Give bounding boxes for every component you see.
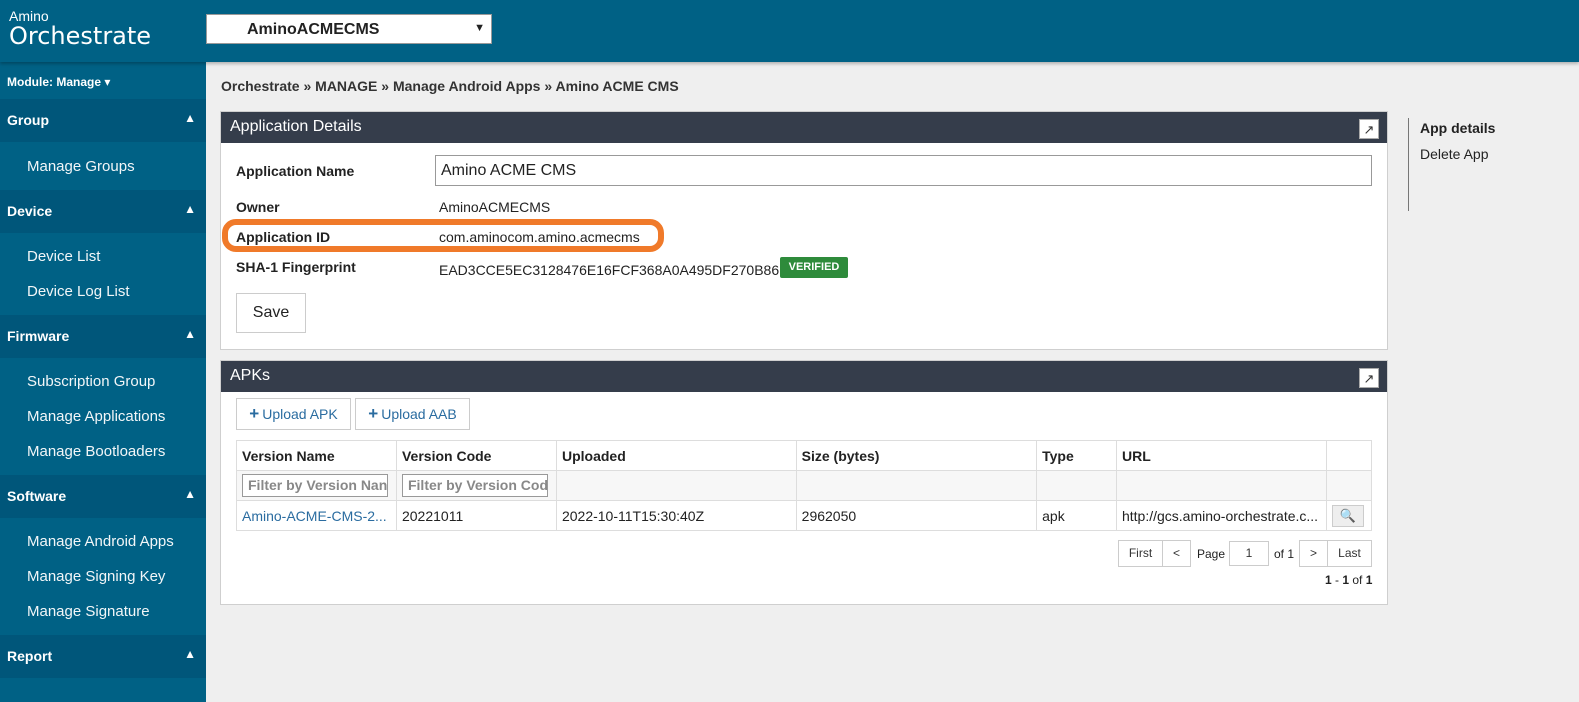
- sidebar-section-title: Device: [7, 203, 53, 219]
- tenant-select-value: AminoACMECMS: [247, 21, 380, 38]
- upload-aab-label: Upload AAB: [381, 406, 457, 422]
- logo-big-text: Orchestrate: [9, 22, 152, 50]
- pager-first-button[interactable]: First: [1118, 540, 1163, 567]
- url-cell: http://gcs.amino-orchestrate.c...: [1115, 500, 1327, 531]
- pager-next-button[interactable]: >: [1299, 540, 1328, 567]
- size-cell: 2962050: [795, 500, 1038, 531]
- filter-version-name-input[interactable]: Filter by Version Nan: [242, 474, 388, 497]
- right-nav-heading[interactable]: App details: [1420, 120, 1495, 136]
- sidebar-section-report[interactable]: Report ▲: [0, 635, 206, 678]
- table-row: Amino-ACME-CMS-2... 20221011 2022-10-11T…: [236, 500, 1373, 531]
- sidebar-item-manage-bootloaders[interactable]: Manage Bootloaders: [27, 443, 165, 460]
- sha1-fingerprint-label: SHA-1 Fingerprint: [236, 259, 356, 275]
- version-name-link[interactable]: Amino-ACME-CMS-2...: [236, 500, 397, 531]
- collapse-arrow-icon: ▲: [184, 327, 196, 341]
- uploaded-cell: 2022-10-11T15:30:40Z: [555, 500, 797, 531]
- sidebar-item-device-list[interactable]: Device List: [27, 248, 100, 265]
- app-logo[interactable]: Amino Orchestrate: [9, 9, 151, 49]
- filter-cell: Filter by Version Cod: [395, 470, 557, 501]
- logo-small-text: Amino: [9, 8, 49, 24]
- application-name-label: Application Name: [236, 163, 355, 179]
- plus-icon: +: [249, 404, 260, 423]
- column-header-size[interactable]: Size (bytes): [795, 440, 1038, 471]
- column-header-type[interactable]: Type: [1036, 440, 1117, 471]
- table-header-row: Version Name Version Code Uploaded Size …: [236, 440, 1373, 471]
- owner-value: AminoACMECMS: [439, 199, 551, 215]
- filter-cell: Filter by Version Nan: [236, 470, 397, 501]
- filter-cell: [795, 470, 1038, 501]
- range-sep: -: [1331, 573, 1343, 587]
- sidebar-section-title: Firmware: [7, 328, 70, 344]
- sidebar: Module: Manage ▾ Group ▲ Manage Groups D…: [0, 62, 206, 702]
- range-of: of: [1349, 573, 1366, 587]
- range-total: 1: [1365, 573, 1373, 587]
- module-selector[interactable]: Module: Manage ▾: [7, 75, 110, 89]
- sidebar-section-software[interactable]: Software ▲: [0, 475, 206, 518]
- plus-icon: +: [368, 404, 379, 423]
- sidebar-item-device-log-list[interactable]: Device Log List: [27, 283, 130, 300]
- sidebar-section-device[interactable]: Device ▲: [0, 190, 206, 233]
- sidebar-section-group[interactable]: Group ▲: [0, 99, 206, 142]
- upload-aab-button[interactable]: + Upload AAB: [355, 398, 470, 430]
- pager-page-label: Page: [1197, 547, 1226, 561]
- top-bar: Amino Orchestrate AminoACMECMS ▼: [0, 0, 1579, 62]
- application-id-label: Application ID: [236, 229, 331, 245]
- sidebar-item-manage-signature[interactable]: Manage Signature: [27, 603, 150, 620]
- panel-header: Application Details ↗: [221, 112, 1387, 143]
- upload-apk-button[interactable]: + Upload APK: [236, 398, 351, 430]
- filter-cell: [1325, 470, 1373, 501]
- collapse-arrow-icon: ▲: [184, 647, 196, 661]
- collapse-arrow-icon: ▲: [184, 111, 196, 125]
- filter-cell: [555, 470, 797, 501]
- filter-row: Filter by Version Nan Filter by Version …: [236, 470, 1373, 501]
- pager-range: 1 - 1 of 1: [1325, 573, 1372, 587]
- save-button[interactable]: Save: [236, 293, 306, 333]
- column-header-url[interactable]: URL: [1115, 440, 1327, 471]
- sidebar-item-subscription-group[interactable]: Subscription Group: [27, 373, 155, 390]
- actions-cell: 🔍: [1325, 500, 1373, 531]
- owner-label: Owner: [236, 199, 280, 215]
- chevron-down-icon: ▼: [474, 22, 485, 34]
- sidebar-item-manage-android-apps[interactable]: Manage Android Apps: [27, 533, 174, 550]
- zoom-icon[interactable]: 🔍: [1331, 504, 1364, 527]
- verified-badge: VERIFIED: [780, 257, 848, 278]
- sidebar-item-manage-signing-key[interactable]: Manage Signing Key: [27, 568, 165, 585]
- column-header-actions: [1325, 440, 1373, 471]
- panel-title: Application Details: [230, 118, 362, 135]
- pager-of-label: of 1: [1274, 547, 1295, 561]
- application-name-input[interactable]: Amino ACME CMS: [435, 155, 1372, 186]
- column-header-version-code[interactable]: Version Code: [395, 440, 557, 471]
- breadcrumb: Orchestrate » MANAGE » Manage Android Ap…: [221, 78, 679, 94]
- application-id-value: com.aminocom.amino.acmecms: [439, 229, 640, 245]
- sidebar-section-title: Software: [7, 488, 67, 504]
- type-cell: apk: [1036, 500, 1117, 531]
- filter-cell: [1115, 470, 1327, 501]
- sha1-fingerprint-value: EAD3CCE5EC3128476E16FCF368A0A495DF270B86: [439, 262, 780, 278]
- right-nav: App details Delete App: [1408, 118, 1495, 211]
- version-code-cell: 20221011: [395, 500, 557, 531]
- apks-table: Version Name Version Code Uploaded Size …: [236, 440, 1373, 531]
- range-start: 1: [1325, 573, 1332, 587]
- pager-last-button[interactable]: Last: [1327, 540, 1372, 567]
- delete-app-link[interactable]: Delete App: [1420, 146, 1495, 162]
- pager-page-input[interactable]: 1: [1229, 541, 1269, 566]
- sidebar-section-title: Report: [7, 648, 53, 664]
- expand-icon[interactable]: ↗: [1359, 119, 1379, 139]
- panel-title: APKs: [230, 367, 271, 384]
- upload-apk-label: Upload APK: [262, 406, 338, 422]
- tenant-select[interactable]: AminoACMECMS ▼: [206, 14, 492, 44]
- collapse-arrow-icon: ▲: [184, 202, 196, 216]
- column-header-version-name[interactable]: Version Name: [236, 440, 397, 471]
- filter-cell: [1036, 470, 1117, 501]
- sidebar-item-manage-applications[interactable]: Manage Applications: [27, 408, 165, 425]
- panel-header: APKs ↗: [221, 361, 1387, 392]
- sidebar-section-title: Group: [7, 112, 49, 128]
- sidebar-section-firmware[interactable]: Firmware ▲: [0, 315, 206, 358]
- collapse-arrow-icon: ▲: [184, 487, 196, 501]
- pager-prev-button[interactable]: <: [1162, 540, 1191, 567]
- filter-version-code-input[interactable]: Filter by Version Cod: [401, 474, 548, 497]
- column-header-uploaded[interactable]: Uploaded: [555, 440, 797, 471]
- sidebar-item-manage-groups[interactable]: Manage Groups: [27, 158, 135, 175]
- expand-icon[interactable]: ↗: [1359, 368, 1379, 388]
